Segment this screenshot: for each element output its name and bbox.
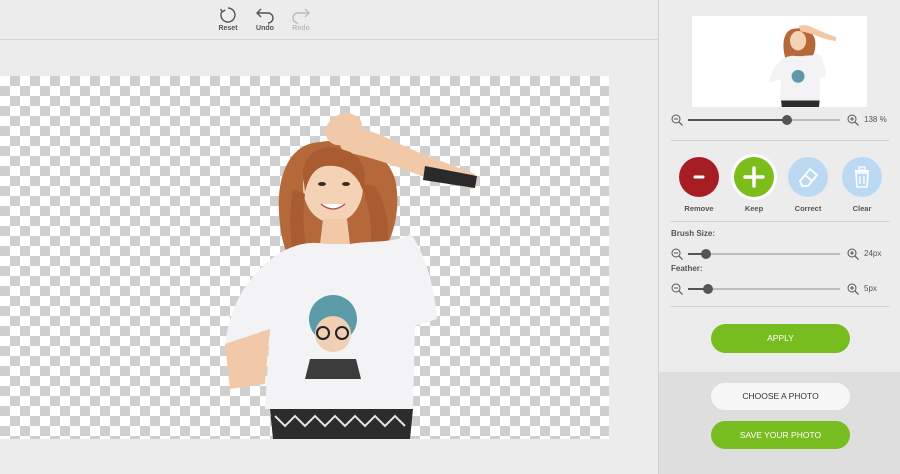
redo-label: Redo bbox=[292, 25, 310, 32]
preview-photo bbox=[769, 25, 837, 107]
undo-label: Undo bbox=[256, 25, 274, 32]
redo-button[interactable]: Redo bbox=[283, 6, 319, 32]
brush-size-label: Brush Size: bbox=[671, 229, 716, 238]
reset-icon bbox=[219, 7, 236, 23]
tools-panel: 138 % Remove Keep Correct Clear Brush Si… bbox=[658, 0, 900, 474]
increase-brush-size-icon[interactable] bbox=[847, 248, 859, 260]
reset-button[interactable]: Reset bbox=[210, 6, 246, 32]
reset-label: Reset bbox=[218, 25, 238, 32]
feather-label: Feather: bbox=[671, 264, 703, 273]
subject-photo bbox=[225, 113, 477, 439]
tools-panel-top: 138 % Remove Keep Correct Clear Brush Si… bbox=[659, 0, 900, 372]
clear-button-label: Clear bbox=[852, 204, 872, 213]
eraser-icon bbox=[798, 167, 819, 187]
plus-icon bbox=[743, 166, 765, 188]
preview-thumbnail bbox=[692, 16, 867, 107]
zoom-value: 138 % bbox=[864, 115, 887, 124]
remove-brush-button[interactable]: Remove bbox=[671, 157, 727, 213]
divider bbox=[671, 221, 889, 222]
correct-brush-label: Correct bbox=[794, 204, 822, 213]
decrease-brush-size-icon[interactable] bbox=[671, 248, 683, 260]
trash-icon bbox=[855, 166, 869, 188]
save-photo-button[interactable]: SAVE YOUR PHOTO bbox=[711, 421, 850, 449]
correct-brush-button[interactable]: Correct bbox=[780, 157, 836, 213]
brush-size-slider[interactable] bbox=[688, 249, 840, 259]
divider bbox=[671, 140, 889, 141]
keep-brush-label: Keep bbox=[744, 204, 764, 213]
zoom-slider-row: 138 % bbox=[671, 114, 891, 128]
feather-slider[interactable] bbox=[688, 284, 840, 294]
undo-icon bbox=[256, 8, 274, 24]
correct-brush-circle bbox=[788, 157, 828, 197]
redo-icon bbox=[292, 8, 310, 24]
editing-canvas[interactable] bbox=[0, 76, 609, 439]
brush-size-slider-row: 24px bbox=[671, 248, 891, 262]
editor-toolbar: Reset Undo Redo bbox=[0, 0, 658, 40]
feather-value: 5px bbox=[864, 284, 877, 293]
decrease-feather-icon[interactable] bbox=[671, 283, 683, 295]
editor-area: Reset Undo Redo bbox=[0, 0, 658, 474]
choose-photo-button[interactable]: CHOOSE A PHOTO bbox=[711, 383, 850, 410]
brush-size-value: 24px bbox=[864, 249, 882, 258]
zoom-out-icon[interactable] bbox=[671, 114, 683, 126]
keep-brush-button[interactable]: Keep bbox=[726, 157, 782, 213]
divider bbox=[671, 306, 889, 307]
remove-brush-label: Remove bbox=[684, 204, 714, 213]
minus-icon bbox=[693, 175, 705, 179]
zoom-in-icon[interactable] bbox=[847, 114, 859, 126]
increase-feather-icon[interactable] bbox=[847, 283, 859, 295]
apply-button[interactable]: APPLY bbox=[711, 324, 850, 353]
clear-button[interactable]: Clear bbox=[834, 157, 890, 213]
clear-button-circle bbox=[842, 157, 882, 197]
zoom-slider[interactable] bbox=[688, 115, 840, 125]
app-window: Reset Undo Redo 138 % Remove Keep Correc… bbox=[0, 0, 900, 474]
zoom-slider-handle[interactable] bbox=[781, 115, 792, 125]
zoom-slider-fill bbox=[688, 119, 787, 121]
keep-brush-circle bbox=[734, 157, 774, 197]
remove-brush-circle bbox=[679, 157, 719, 197]
brush-size-slider-handle[interactable] bbox=[701, 249, 712, 259]
undo-button[interactable]: Undo bbox=[247, 6, 283, 32]
feather-slider-row: 5px bbox=[671, 283, 891, 297]
feather-slider-handle[interactable] bbox=[702, 284, 713, 294]
